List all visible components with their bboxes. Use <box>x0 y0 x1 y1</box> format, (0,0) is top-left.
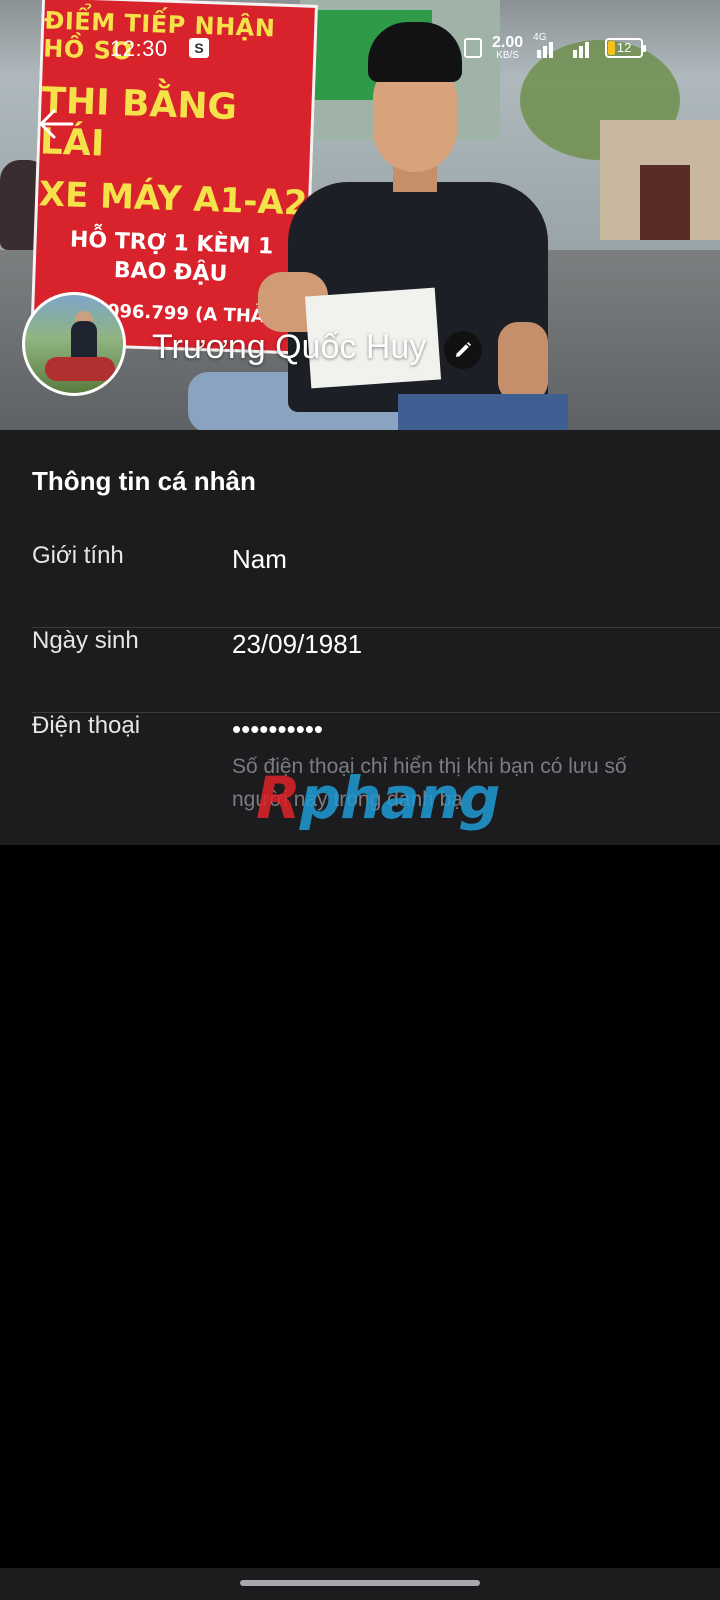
battery-level: 12 <box>616 40 632 55</box>
network-speed-value: 2.00 <box>492 34 524 51</box>
network-speed-unit: KB/S <box>496 50 519 61</box>
watermark-logo: Rphang <box>256 764 501 832</box>
edit-name-button[interactable] <box>444 331 482 369</box>
arrow-left-icon <box>39 109 74 139</box>
battery-icon: 12 <box>605 38 647 58</box>
sign-line-5: BAO ĐẬU <box>113 257 228 287</box>
gender-value: Nam <box>232 544 287 574</box>
vibrate-icon <box>464 38 482 58</box>
avatar[interactable] <box>22 292 126 396</box>
back-button[interactable] <box>28 96 84 152</box>
info-row-birthday: Ngày sinh 23/09/1981 <box>32 627 720 713</box>
sign-line-4: HỖ TRỢ 1 KÈM 1 <box>69 227 274 260</box>
section-title: Thông tin cá nhân <box>32 466 256 496</box>
shopping-bag-icon: S <box>189 38 209 58</box>
profile-name: Trương Quốc Huy <box>152 328 427 366</box>
network-type: 4G <box>533 32 547 43</box>
cover-person <box>188 22 568 430</box>
gender-label: Giới tính <box>32 542 124 569</box>
status-indicators: 2.00 KB/S 4G 12 <box>464 32 647 64</box>
watermark-part-1: R <box>256 764 301 832</box>
home-indicator[interactable] <box>240 1580 480 1586</box>
network-speed: 2.00 KB/S <box>492 35 523 61</box>
birthday-value: 23/09/1981 <box>232 629 363 659</box>
phone-label: Điện thoại <box>32 712 141 739</box>
signal-icon: 4G <box>533 32 559 58</box>
pencil-icon <box>456 342 471 357</box>
navigation-bar <box>0 1568 720 1600</box>
person-arm <box>498 322 548 402</box>
person-jeans <box>398 394 568 430</box>
signal-icon <box>569 38 595 58</box>
phone-value: •••••••••• <box>232 714 324 744</box>
cover-shop-door <box>640 165 690 240</box>
birthday-label: Ngày sinh <box>32 627 139 654</box>
status-time: 12:30 <box>110 36 168 61</box>
info-row-gender: Giới tính Nam <box>32 542 720 628</box>
status-bar: 12:30 S 2.00 KB/S 4G 12 <box>0 28 720 68</box>
watermark-part-2: phang <box>299 764 501 832</box>
